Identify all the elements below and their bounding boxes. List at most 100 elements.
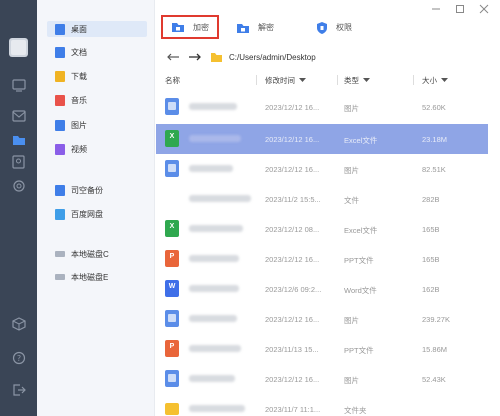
ppt-file-icon: P xyxy=(165,250,179,267)
sidebar-item-label: 司空备份 xyxy=(71,185,103,195)
column-name[interactable]: 名称 xyxy=(165,70,180,90)
table-row[interactable]: 2023/12/12 16... 图片 52.43K xyxy=(156,364,500,394)
sidebar-item-label: 本地磁盘E xyxy=(71,272,109,282)
maximize-icon[interactable] xyxy=(455,4,465,14)
cell-modified: 2023/12/12 16... xyxy=(265,375,320,384)
image-file-icon xyxy=(165,98,179,115)
cell-size: 52.60K xyxy=(422,103,446,112)
cell-type: 图片 xyxy=(344,166,359,175)
excel-file-icon: X xyxy=(165,220,179,237)
file-icon xyxy=(165,190,179,207)
cell-size: 15.86M xyxy=(422,345,448,354)
path-bar: C:/Users/admin/Desktop xyxy=(166,47,496,67)
decrypt-button[interactable]: 解密 xyxy=(236,17,274,38)
table-row[interactable]: P 2023/11/13 15... PPT文件 15.86M xyxy=(156,334,500,364)
column-modified[interactable]: 修改时间 xyxy=(265,70,306,90)
sidebar-item-backup[interactable]: 司空备份 xyxy=(55,182,103,198)
cell-modified: 2023/12/12 16... xyxy=(265,255,320,264)
cell-size: 23.18M xyxy=(422,135,448,144)
sidebar-item-label: 文档 xyxy=(71,47,87,57)
mail-icon[interactable] xyxy=(9,106,28,125)
close-icon[interactable] xyxy=(479,4,489,14)
column-type[interactable]: 类型 xyxy=(344,70,370,90)
cell-modified: 2023/12/12 16... xyxy=(265,315,320,324)
cell-type: PPT文件 xyxy=(344,346,374,355)
cell-size: 82.51K xyxy=(422,165,446,174)
help-icon[interactable]: ? xyxy=(9,348,28,367)
cell-modified: 2023/12/6 09:2... xyxy=(265,285,322,294)
desktop-icon xyxy=(55,23,65,35)
cell-type: 图片 xyxy=(344,376,359,385)
back-arrow-icon[interactable] xyxy=(166,52,180,62)
cell-modified: 2023/12/12 16... xyxy=(265,103,320,112)
image-file-icon xyxy=(165,160,179,177)
sidebar-item-label: 本地磁盘C xyxy=(71,249,109,259)
download-icon xyxy=(55,70,65,82)
table-row[interactable]: W 2023/12/6 09:2... Word文件 162B xyxy=(156,274,500,304)
cell-size: 52.43K xyxy=(422,375,446,384)
app-rail: ? xyxy=(0,0,37,416)
sidebar-item-label: 下载 xyxy=(71,71,87,81)
sidebar-item-videos[interactable]: 视频 xyxy=(55,141,87,157)
sidebar-item-downloads[interactable]: 下载 xyxy=(55,68,87,84)
permission-button[interactable]: 权限 xyxy=(316,17,352,38)
disk-icon xyxy=(55,274,65,280)
folder-icon[interactable] xyxy=(9,130,28,149)
cell-modified: 2023/11/2 15:5... xyxy=(265,195,321,204)
ppt-file-icon: P xyxy=(165,340,179,357)
cube-icon[interactable] xyxy=(9,314,28,333)
table-row[interactable]: P 2023/12/12 16... PPT文件 165B xyxy=(156,244,500,274)
column-size[interactable]: 大小 xyxy=(422,70,448,90)
disk-icon xyxy=(55,251,65,257)
sidebar-item-music[interactable]: 音乐 xyxy=(55,92,87,108)
backup-icon xyxy=(55,184,65,196)
table-row-selected[interactable]: X 2023/12/12 16... Excel文件 23.18M xyxy=(156,124,488,154)
sidebar-item-documents[interactable]: 文档 xyxy=(55,44,87,60)
cell-modified: 2023/12/12 16... xyxy=(265,135,320,144)
sidebar-item-desktop[interactable]: 桌面 xyxy=(47,21,147,37)
avatar[interactable] xyxy=(9,38,28,57)
cell-modified: 2023/11/7 11:1... xyxy=(265,405,321,414)
file-list-header: 名称 修改时间 类型 大小 xyxy=(156,70,500,90)
cell-size: 165B xyxy=(422,225,440,234)
sidebar-item-pictures[interactable]: 图片 xyxy=(55,117,87,133)
cell-size: 239.27K xyxy=(422,315,450,324)
monitor-icon[interactable] xyxy=(9,76,28,95)
excel-file-icon: X xyxy=(165,130,179,147)
logout-icon[interactable] xyxy=(9,380,28,399)
cell-type: Word文件 xyxy=(344,286,377,295)
decrypt-label: 解密 xyxy=(258,23,274,32)
chevron-down-icon xyxy=(441,77,448,82)
cell-size: 162B xyxy=(422,285,440,294)
contact-icon[interactable] xyxy=(9,152,28,171)
cell-size: 282B xyxy=(422,195,440,204)
sidebar-item-label: 百度网盘 xyxy=(71,209,103,219)
svg-text:?: ? xyxy=(16,354,20,363)
chevron-down-icon xyxy=(363,77,370,82)
sidebar-item-baidu-cloud[interactable]: 百度网盘 xyxy=(55,206,103,222)
cell-type: 文件夹 xyxy=(344,406,367,415)
encrypt-button[interactable]: 加密 xyxy=(161,15,219,39)
table-row[interactable]: 2023/11/2 15:5... 文件 282B xyxy=(156,184,500,214)
cell-modified: 2023/12/12 16... xyxy=(265,165,320,174)
cell-size: 165B xyxy=(422,255,440,264)
table-row[interactable]: 2023/11/7 11:1... 文件夹 xyxy=(156,394,500,416)
sidebar-item-disk-e[interactable]: 本地磁盘E xyxy=(55,269,108,285)
sidebar-item-disk-c[interactable]: 本地磁盘C xyxy=(55,246,109,262)
table-row[interactable]: 2023/12/12 16... 图片 82.51K xyxy=(156,154,500,184)
forward-arrow-icon[interactable] xyxy=(188,52,202,62)
sidebar-item-label: 视频 xyxy=(71,144,87,154)
minimize-icon[interactable] xyxy=(431,4,441,14)
cell-modified: 2023/11/13 15... xyxy=(265,345,319,354)
encrypt-label: 加密 xyxy=(193,22,209,32)
chevron-down-icon xyxy=(299,77,306,82)
cell-type: 文件 xyxy=(344,196,359,205)
table-row[interactable]: X 2023/12/12 08... Excel文件 165B xyxy=(156,214,500,244)
sidebar-item-label: 音乐 xyxy=(71,95,87,105)
table-row[interactable]: 2023/12/12 16... 图片 239.27K xyxy=(156,304,500,334)
gear-icon[interactable] xyxy=(9,176,28,195)
main-panel: 加密 解密 权限 C:/Users/admin/Desktop 名称 修改时间 … xyxy=(156,0,500,416)
sidebar-item-label: 图片 xyxy=(71,120,87,130)
table-row[interactable]: 2023/12/12 16... 图片 52.60K xyxy=(156,92,500,122)
word-file-icon: W xyxy=(165,280,179,297)
